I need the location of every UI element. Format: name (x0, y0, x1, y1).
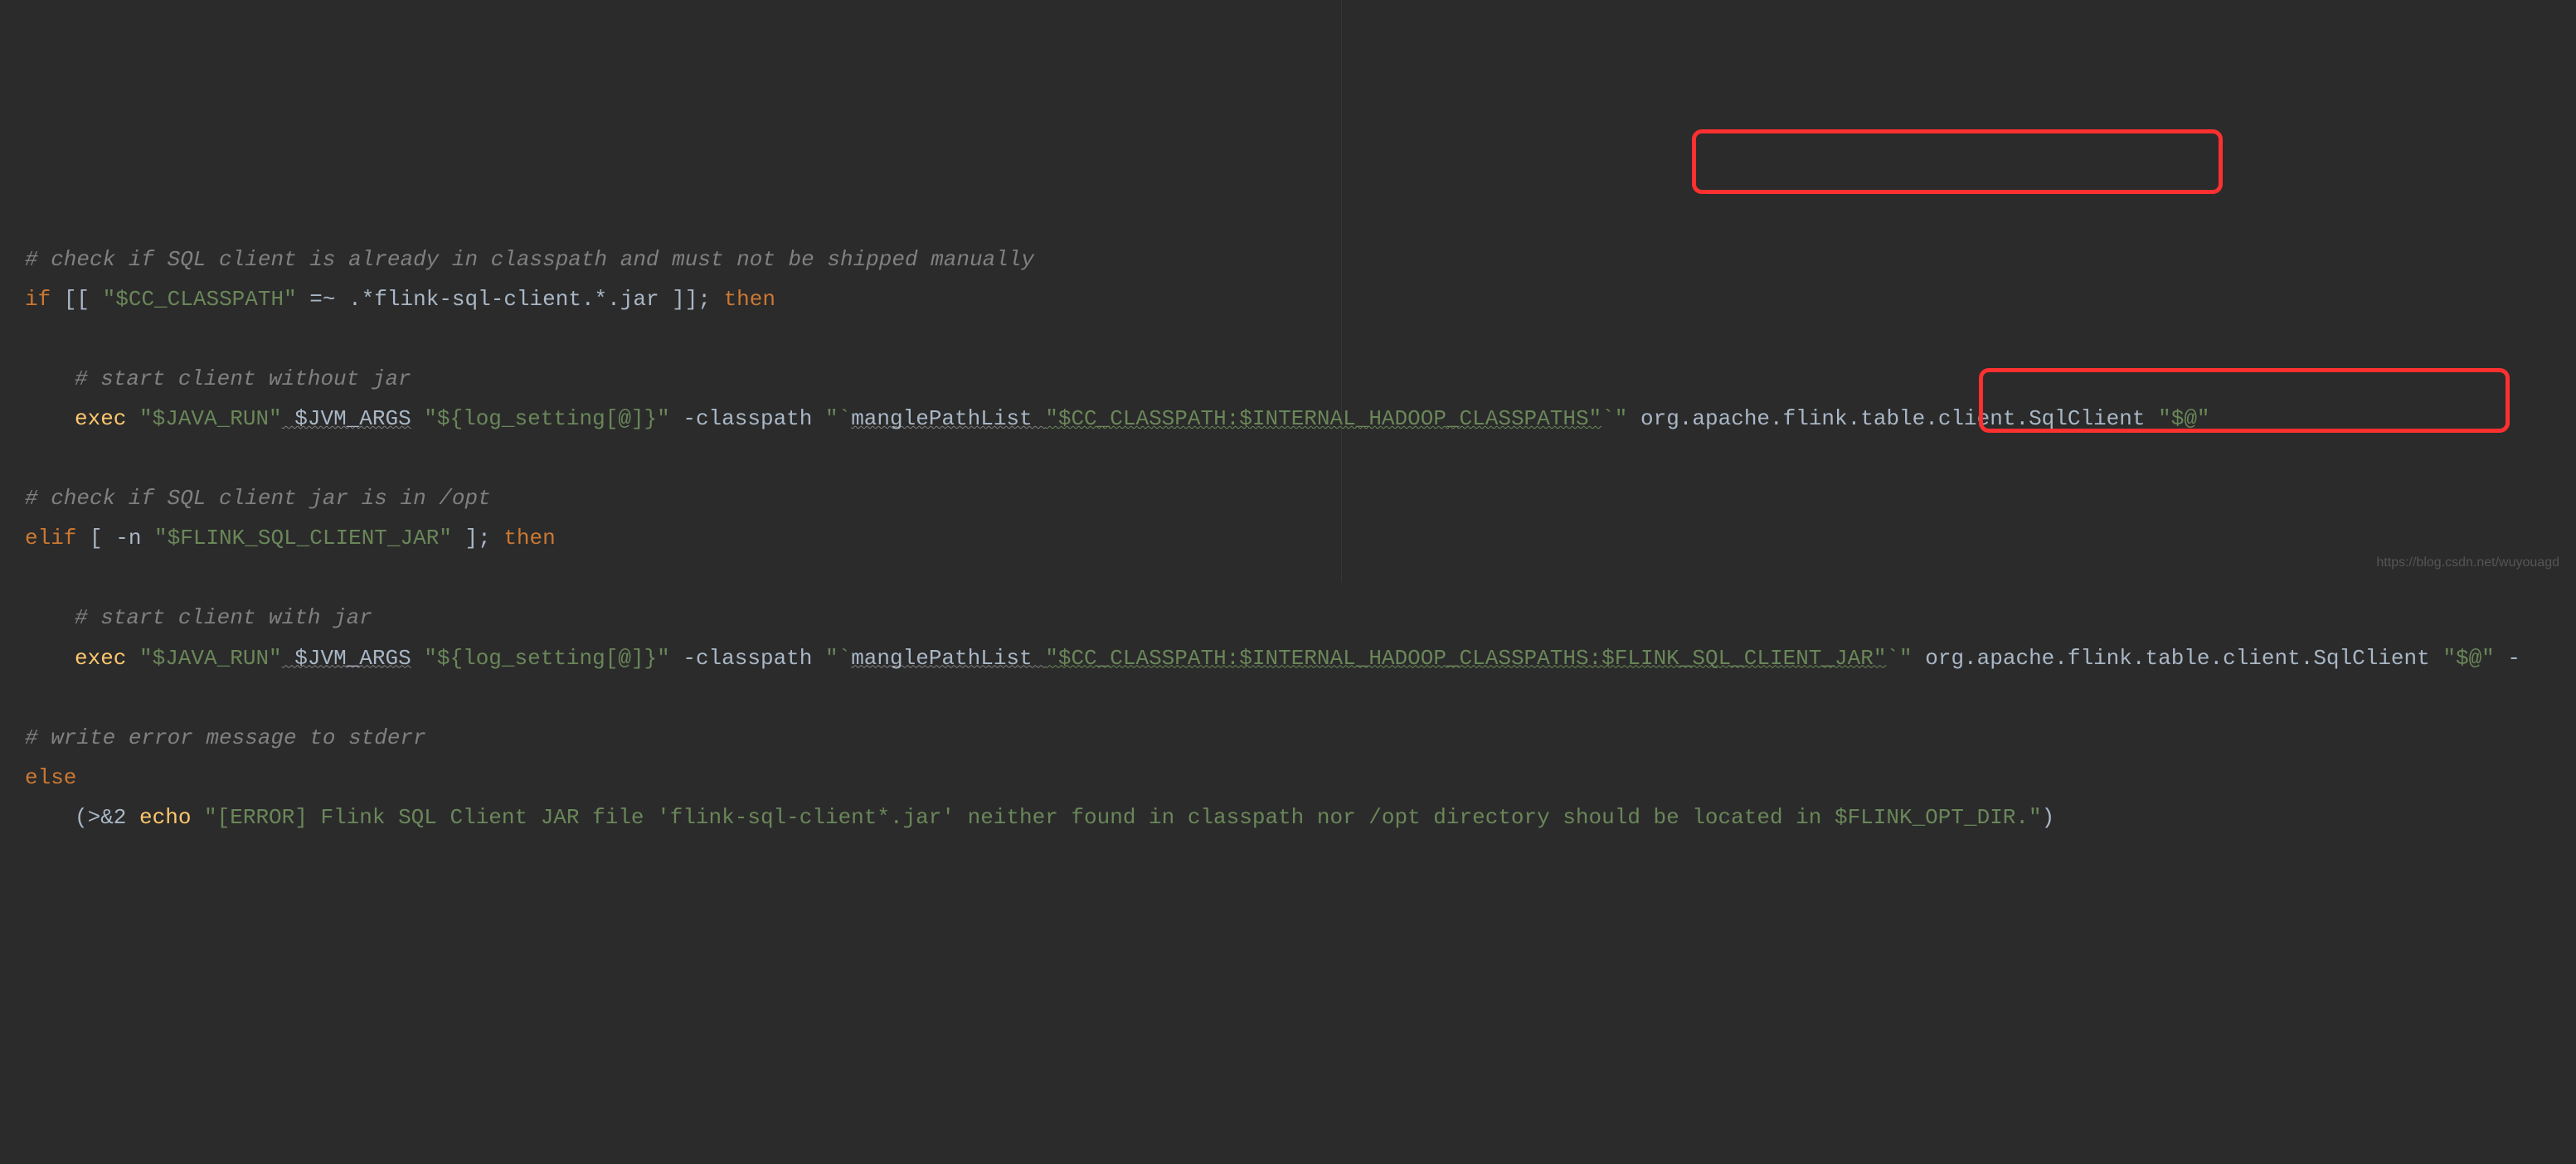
flag-classpath: -classpath (670, 646, 825, 671)
trailing-text: - (2495, 646, 2520, 671)
code-line-blank-4 (25, 678, 2551, 718)
code-line-3: # start client without jar (25, 359, 2551, 399)
code-line-1: # check if SQL client is already in clas… (25, 240, 2551, 279)
watermark-text: https://blog.csdn.net/wuyouagd (2376, 550, 2559, 575)
code-line-6: elif [ -n "$FLINK_SQL_CLIENT_JAR" ]; the… (25, 518, 2551, 558)
string-error-msg: "[ERROR] Flink SQL Client JAR file 'flin… (191, 805, 2041, 830)
comment-text: # write error message to stderr (25, 725, 426, 750)
code-line-4: exec "$JAVA_RUN" $JVM_ARGS "${log_settin… (25, 399, 2551, 439)
bracket-test: [ -n (76, 526, 154, 550)
subshell-close: ) (2042, 805, 2055, 830)
comment-text: # start client without jar (75, 366, 411, 391)
subshell-open: (>&2 (75, 805, 139, 830)
code-line-blank-1 (25, 319, 2551, 359)
string-flink-jar: "$FLINK_SQL_CLIENT_JAR" (154, 526, 452, 550)
class-name: org.apache.flink.table.client.SqlClient (1627, 406, 2158, 431)
regex-match: =~ .*flink-sql-client.*.jar ]]; (297, 287, 724, 312)
builtin-echo: echo (139, 805, 191, 830)
keyword-then: then (503, 526, 555, 550)
code-line-9: # write error message to stderr (25, 718, 2551, 758)
builtin-exec: exec (75, 646, 126, 671)
string-backtick-close: `" (1886, 646, 1912, 671)
var-jvm-args: $JVM_ARGS (282, 646, 411, 671)
var-jvm-args: $JVM_ARGS (282, 406, 411, 431)
string-backtick-open: "` (825, 646, 851, 671)
class-name: org.apache.flink.table.client.SqlClient (1913, 646, 2443, 671)
code-line-8: exec "$JAVA_RUN" $JVM_ARGS "${log_settin… (25, 638, 2551, 678)
string-classpath: "$CC_CLASSPATH" (103, 287, 297, 312)
func-mangle: manglePathList (851, 646, 1045, 671)
string-backtick-open: "` (825, 406, 851, 431)
code-line-blank-2 (25, 439, 2551, 478)
string-java-run: "$JAVA_RUN" (126, 406, 281, 431)
builtin-exec: exec (75, 406, 126, 431)
bracket-open: [[ (51, 287, 102, 312)
keyword-if: if (25, 287, 51, 312)
code-line-2: if [[ "$CC_CLASSPATH" =~ .*flink-sql-cli… (25, 279, 2551, 319)
string-classpath-vars: "$CC_CLASSPATH:$INTERNAL_HADOOP_CLASSPAT… (1045, 646, 1886, 671)
highlight-box-1 (1692, 129, 2223, 194)
string-args: "$@" (2442, 646, 2494, 671)
flag-classpath: -classpath (670, 406, 825, 431)
func-mangle: manglePathList (851, 406, 1045, 431)
code-line-7: # start client with jar (25, 598, 2551, 638)
string-args: "$@" (2158, 406, 2209, 431)
bracket-close: ]; (452, 526, 503, 550)
keyword-else: else (25, 765, 76, 790)
code-line-5: # check if SQL client jar is in /opt (25, 478, 2551, 518)
code-editor: # check if SQL client is already in clas… (25, 240, 2551, 837)
string-log-setting: "${log_setting[@]}" (411, 406, 670, 431)
string-backtick-close: `" (1601, 406, 1627, 431)
code-line-11: (>&2 echo "[ERROR] Flink SQL Client JAR … (25, 798, 2551, 837)
code-line-10: else (25, 758, 2551, 798)
string-log-setting: "${log_setting[@]}" (411, 646, 670, 671)
comment-text: # start client with jar (75, 605, 372, 630)
keyword-elif: elif (25, 526, 76, 550)
comment-text: # check if SQL client jar is in /opt (25, 486, 491, 511)
code-line-blank-3 (25, 558, 2551, 598)
keyword-then: then (724, 287, 775, 312)
string-java-run: "$JAVA_RUN" (126, 646, 281, 671)
comment-text: # check if SQL client is already in clas… (25, 247, 1034, 272)
string-classpath-vars: "$CC_CLASSPATH:$INTERNAL_HADOOP_CLASSPAT… (1045, 406, 1601, 431)
